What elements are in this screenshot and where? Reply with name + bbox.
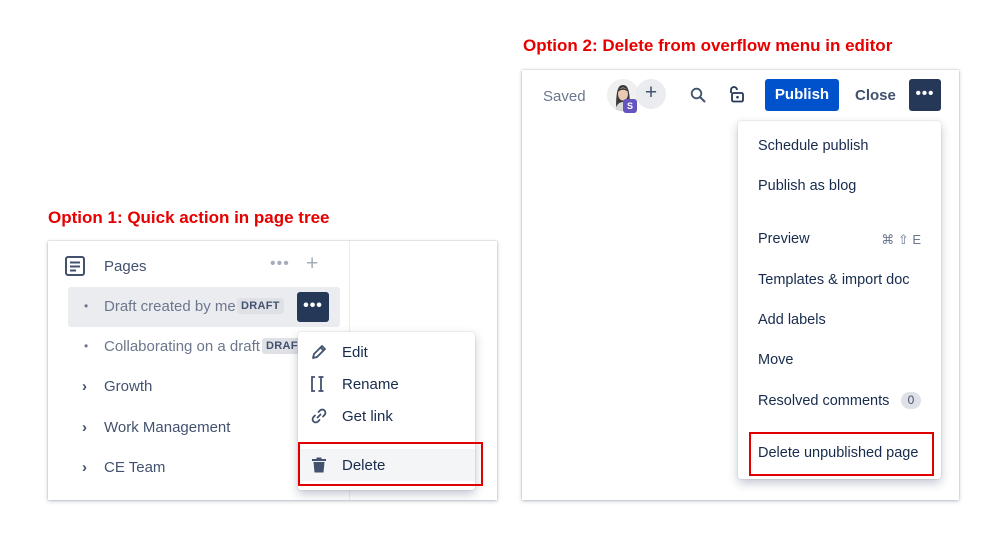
- tree-item-label: Growth: [104, 378, 153, 395]
- pages-more-icon[interactable]: •••: [270, 255, 290, 273]
- unlock-icon[interactable]: [727, 85, 745, 103]
- option1-caption: Option 1: Quick action in page tree: [48, 208, 330, 227]
- tree-item-label: Draft created by me: [104, 298, 236, 315]
- menu-item-label: Edit: [342, 344, 368, 361]
- menu-item-publish-as-blog[interactable]: Publish as blog: [758, 178, 856, 194]
- option2-caption: Option 2: Delete from overflow menu in e…: [523, 36, 893, 55]
- add-collaborator-button[interactable]: +: [636, 79, 666, 109]
- tree-item-label: CE Team: [104, 459, 166, 476]
- menu-item-resolved-comments[interactable]: Resolved comments: [758, 393, 889, 409]
- row-more-actions-button[interactable]: •••: [297, 292, 329, 322]
- text-cursor-icon: [309, 374, 329, 394]
- page-tree-panel: Pages ••• + • Draft created by me DRAFT …: [48, 241, 497, 500]
- more-actions-button[interactable]: •••: [909, 79, 941, 111]
- chevron-right-icon[interactable]: ›: [82, 378, 87, 395]
- publish-button[interactable]: Publish: [765, 79, 839, 111]
- search-icon[interactable]: [690, 87, 706, 103]
- menu-item-preview[interactable]: Preview: [758, 231, 810, 247]
- save-status: Saved: [543, 88, 586, 105]
- chevron-right-icon[interactable]: ›: [82, 459, 87, 476]
- menu-item-templates[interactable]: Templates & import doc: [758, 272, 910, 288]
- delete-unpublished-highlight-box: [749, 432, 934, 476]
- menu-item-get-link[interactable]: Get link: [298, 400, 475, 432]
- draft-badge: DRAF: [262, 338, 302, 354]
- preview-shortcut: ⌘ ⇧ E: [881, 232, 921, 247]
- menu-item-label: Rename: [342, 376, 399, 393]
- menu-item-rename[interactable]: Rename: [298, 368, 475, 400]
- resolved-count-badge: 0: [901, 392, 921, 409]
- menu-item-move[interactable]: Move: [758, 352, 793, 368]
- link-icon: [309, 406, 329, 426]
- delete-highlight-box: [298, 442, 483, 486]
- pages-add-icon[interactable]: +: [306, 252, 318, 276]
- tree-item-label: Collaborating on a draft: [104, 338, 260, 355]
- close-button[interactable]: Close: [855, 87, 896, 104]
- bullet-icon: •: [84, 299, 89, 313]
- editor-panel: Saved S + Publish Close ••• Schedule pub…: [522, 70, 959, 500]
- menu-item-label: Get link: [342, 408, 393, 425]
- draft-badge: DRAFT: [237, 298, 284, 314]
- pages-icon: [64, 255, 86, 277]
- menu-item-edit[interactable]: Edit: [298, 336, 475, 368]
- pages-header: Pages ••• +: [64, 252, 334, 279]
- pencil-icon: [309, 342, 329, 362]
- bullet-icon: •: [84, 339, 89, 353]
- avatar-badge: S: [623, 99, 637, 113]
- menu-item-add-labels[interactable]: Add labels: [758, 312, 826, 328]
- menu-item-schedule-publish[interactable]: Schedule publish: [758, 138, 868, 154]
- tree-item-label: Work Management: [104, 419, 231, 436]
- tree-item-draft-created-by-me[interactable]: • Draft created by me DRAFT •••: [68, 287, 340, 327]
- chevron-right-icon[interactable]: ›: [82, 419, 87, 436]
- editor-overflow-menu: Schedule publish Publish as blog Preview…: [738, 121, 941, 479]
- pages-title[interactable]: Pages: [104, 258, 147, 275]
